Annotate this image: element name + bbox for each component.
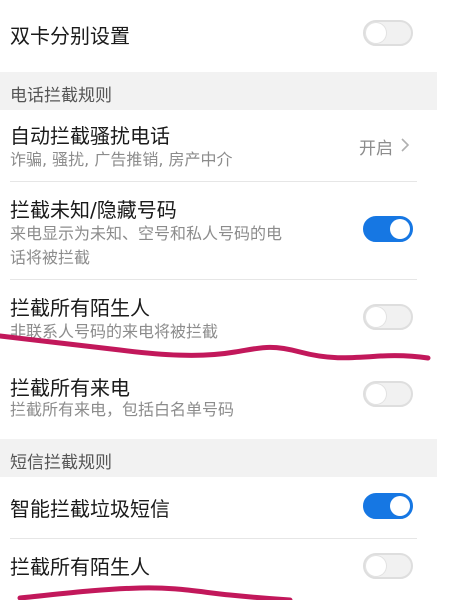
auto-block-status-value: 开启	[359, 139, 393, 159]
sms-rules-section-header: 短信拦截规则	[0, 439, 437, 477]
block-all-calls-subtitle: 拦截所有来电，包括白名单号码	[10, 400, 235, 419]
block-all-strangers-calls-row[interactable]: 拦截所有陌生人 非联系人号码的来电将被拦截	[0, 280, 437, 356]
dual-sim-settings-row[interactable]: 双卡分别设置	[0, 0, 437, 66]
section-title: 短信拦截规则	[10, 453, 112, 473]
block-all-calls-toggle[interactable]	[363, 381, 413, 407]
chevron-right-icon	[401, 138, 410, 152]
toggle-knob	[366, 23, 386, 43]
block-all-strangers-calls-subtitle: 非联系人号码的来电将被拦截	[10, 322, 219, 341]
toggle-knob	[390, 496, 410, 516]
block-all-calls-title: 拦截所有来电	[10, 376, 130, 400]
smart-block-spam-sms-row[interactable]: 智能拦截垃圾短信	[0, 477, 437, 539]
auto-block-spam-calls-row[interactable]: 自动拦截骚扰电话 诈骗, 骚扰, 广告推销, 房产中介 开启	[0, 110, 437, 182]
block-unknown-hidden-subtitle-line2: 话将被拦截	[10, 248, 91, 267]
block-all-strangers-sms-row[interactable]: 拦截所有陌生人	[0, 539, 437, 600]
smart-block-spam-sms-title: 智能拦截垃圾短信	[10, 497, 170, 521]
auto-block-spam-calls-title: 自动拦截骚扰电话	[10, 124, 170, 148]
dual-sim-settings-toggle[interactable]	[363, 20, 413, 46]
section-title: 电话拦截规则	[10, 86, 112, 106]
block-all-strangers-calls-toggle[interactable]	[363, 304, 413, 330]
block-unknown-hidden-title: 拦截未知/隐藏号码	[10, 198, 177, 222]
block-all-strangers-sms-toggle[interactable]	[363, 553, 413, 579]
smart-block-spam-sms-toggle[interactable]	[363, 493, 413, 519]
block-all-strangers-sms-title: 拦截所有陌生人	[10, 555, 150, 579]
call-block-settings-screen: 双卡分别设置 电话拦截规则 自动拦截骚扰电话 诈骗, 骚扰, 广告推销, 房产中…	[0, 0, 437, 600]
toggle-knob	[366, 384, 386, 404]
dual-sim-settings-title: 双卡分别设置	[10, 24, 130, 48]
toggle-knob	[366, 307, 386, 327]
toggle-knob	[390, 219, 410, 239]
block-unknown-hidden-subtitle-line1: 来电显示为未知、空号和私人号码的电	[10, 224, 283, 243]
call-rules-section-header: 电话拦截规则	[0, 72, 437, 110]
auto-block-spam-calls-subtitle: 诈骗, 骚扰, 广告推销, 房产中介	[10, 150, 233, 169]
edge-strip	[437, 0, 453, 600]
block-all-calls-row[interactable]: 拦截所有来电 拦截所有来电，包括白名单号码	[0, 356, 437, 432]
block-unknown-hidden-toggle[interactable]	[363, 216, 413, 242]
block-unknown-hidden-numbers-row[interactable]: 拦截未知/隐藏号码 来电显示为未知、空号和私人号码的电 话将被拦截	[0, 182, 437, 280]
toggle-knob	[366, 556, 386, 576]
block-all-strangers-calls-title: 拦截所有陌生人	[10, 296, 150, 320]
